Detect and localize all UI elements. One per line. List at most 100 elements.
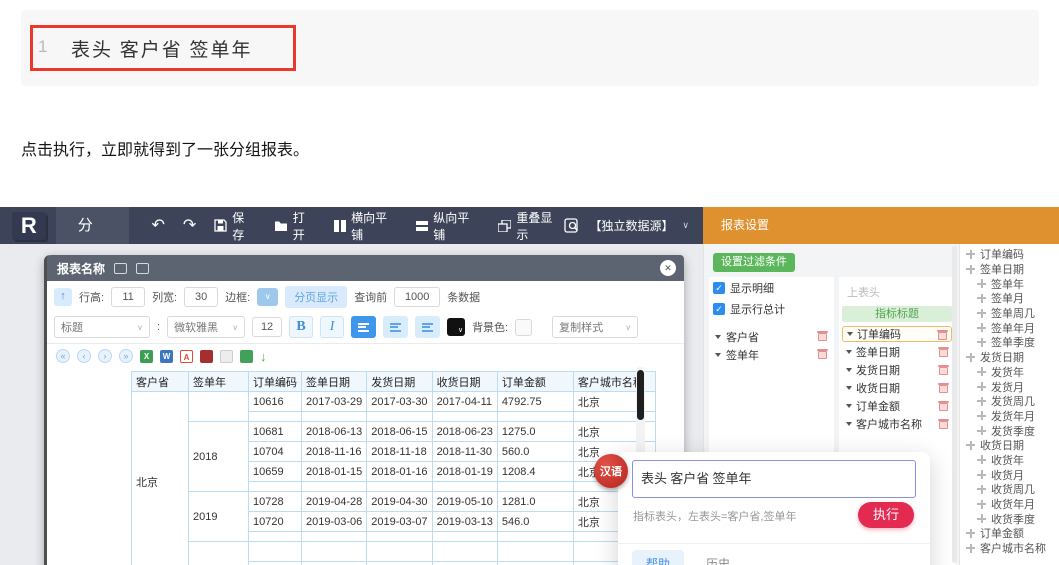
italic-button[interactable]: I <box>320 316 345 338</box>
move-icon[interactable] <box>977 426 986 436</box>
scrollbar-thumb[interactable] <box>637 370 644 420</box>
metric-field-ship-date[interactable]: 发货日期 <box>842 362 952 378</box>
prev-page-icon[interactable]: ‹ <box>77 349 91 363</box>
copy-style-select[interactable]: 复制样式 ∨ <box>552 316 639 338</box>
trash-icon[interactable] <box>938 401 949 411</box>
window-restore-icon[interactable] <box>114 262 128 274</box>
redo-icon[interactable]: ↷ <box>183 217 196 234</box>
font-size-input[interactable]: 12 <box>252 317 283 337</box>
checkbox-checked-icon[interactable]: ✓ <box>713 282 725 294</box>
move-icon[interactable] <box>966 352 975 362</box>
caret-down-icon[interactable] <box>846 350 852 354</box>
checkbox-checked-icon[interactable]: ✓ <box>713 303 725 315</box>
move-icon[interactable] <box>977 279 986 289</box>
font-family-select[interactable]: 微软雅黑 ∨ <box>167 316 246 338</box>
list-item[interactable]: 订单编码 <box>966 247 1059 262</box>
left-field-province[interactable]: 客户省 <box>711 328 832 345</box>
list-item[interactable]: 签单年 <box>966 276 1059 291</box>
metric-field-sign-date[interactable]: 签单日期 <box>842 344 952 360</box>
export-pdf-icon[interactable]: A <box>180 349 193 363</box>
move-icon[interactable] <box>977 293 986 303</box>
paging-toggle[interactable]: 分页显示 <box>285 286 348 308</box>
print-green-icon[interactable] <box>240 349 253 363</box>
move-icon[interactable] <box>977 411 986 421</box>
tab-help[interactable]: 帮助 <box>632 550 685 565</box>
align-right-button[interactable] <box>415 316 441 338</box>
border-style-dropdown[interactable]: ∨ <box>257 288 279 306</box>
trash-icon[interactable] <box>938 383 949 393</box>
align-left-button[interactable] <box>351 316 377 338</box>
caret-down-icon[interactable] <box>846 422 852 426</box>
print-icon[interactable] <box>200 349 213 363</box>
panel-scrollbar[interactable] <box>952 246 957 563</box>
move-icon[interactable] <box>977 367 986 377</box>
col-width-input[interactable]: 30 <box>184 287 219 307</box>
list-item[interactable]: 收货周几 <box>966 482 1059 497</box>
move-icon[interactable] <box>977 396 986 406</box>
list-item[interactable]: 签单月 <box>966 291 1059 306</box>
metric-field-amount[interactable]: 订单金额 <box>842 398 952 414</box>
caret-down-icon[interactable] <box>715 334 721 339</box>
bold-button[interactable]: B <box>289 316 314 338</box>
list-item[interactable]: 签单日期 <box>966 262 1059 277</box>
open-button[interactable]: 打开 <box>274 209 316 243</box>
font-color-swatch[interactable]: ∨ <box>447 318 466 336</box>
trash-icon[interactable] <box>817 349 828 359</box>
show-row-total-checkbox-row[interactable]: ✓ 显示行总计 <box>709 298 834 319</box>
left-field-sign-year[interactable]: 签单年 <box>711 346 832 363</box>
list-item[interactable]: 收货月 <box>966 467 1059 482</box>
list-item[interactable]: 订单金额 <box>966 526 1059 541</box>
list-item[interactable]: 发货年月 <box>966 409 1059 424</box>
list-item[interactable]: 签单周几 <box>966 306 1059 321</box>
chevron-down-icon[interactable]: ∨ <box>682 220 689 231</box>
metric-field-order-id[interactable]: 订单编码 <box>842 326 952 342</box>
export-word-icon[interactable]: W <box>160 349 173 363</box>
caret-down-icon[interactable] <box>847 332 853 336</box>
list-item[interactable]: 发货月 <box>966 379 1059 394</box>
move-icon[interactable] <box>977 382 986 392</box>
style-target-select[interactable]: 标题 ∨ <box>54 316 150 338</box>
list-item[interactable]: 客户城市名称 <box>966 541 1059 556</box>
tile-horizontal-button[interactable]: 横向平铺 <box>334 209 398 243</box>
last-page-icon[interactable]: » <box>119 349 133 363</box>
window-titlebar[interactable]: 报表名称 ✕ <box>47 255 684 281</box>
query-count-input[interactable]: 1000 <box>394 287 441 307</box>
move-icon[interactable] <box>966 528 975 538</box>
move-icon[interactable] <box>977 308 986 318</box>
align-center-button[interactable] <box>383 316 409 338</box>
move-icon[interactable] <box>977 484 986 494</box>
list-item[interactable]: 收货日期 <box>966 438 1059 453</box>
tab-analysis[interactable]: 分析 <box>55 207 130 271</box>
language-badge[interactable]: 汉语 <box>594 454 628 488</box>
next-page-icon[interactable]: › <box>98 349 112 363</box>
move-icon[interactable] <box>977 514 986 524</box>
list-item[interactable]: 发货周几 <box>966 394 1059 409</box>
trash-icon[interactable] <box>817 331 828 341</box>
caret-down-icon[interactable] <box>846 386 852 390</box>
background-color-picker[interactable] <box>515 318 533 336</box>
metric-field-city[interactable]: 客户城市名称 <box>842 416 952 432</box>
datasource-selector[interactable]: 【独立数据源】 <box>590 217 674 234</box>
nl-query-input[interactable]: 表头 客户省 签单年 <box>632 460 916 498</box>
trash-icon[interactable] <box>938 365 949 375</box>
caret-down-icon[interactable] <box>846 368 852 372</box>
move-icon[interactable] <box>977 323 986 333</box>
save-button[interactable]: 保存 <box>214 209 255 243</box>
move-icon[interactable] <box>966 264 975 274</box>
move-icon[interactable] <box>966 440 975 450</box>
move-icon[interactable] <box>977 470 986 480</box>
tab-history[interactable]: 历史 <box>692 550 744 565</box>
list-item[interactable]: 收货年 <box>966 453 1059 468</box>
window-popout-icon[interactable] <box>136 262 150 274</box>
list-item[interactable]: 签单季度 <box>966 335 1059 350</box>
document-icon[interactable] <box>220 349 233 363</box>
list-item[interactable]: 签单年月 <box>966 320 1059 335</box>
caret-down-icon[interactable] <box>715 352 721 357</box>
close-icon[interactable]: ✕ <box>660 260 676 276</box>
download-icon[interactable]: ↓ <box>260 350 267 363</box>
trash-icon[interactable] <box>937 330 948 340</box>
caret-down-icon[interactable] <box>846 404 852 408</box>
show-detail-checkbox-row[interactable]: ✓ 显示明细 <box>709 277 834 298</box>
move-icon[interactable] <box>966 543 975 553</box>
list-item[interactable]: 收货季度 <box>966 511 1059 526</box>
